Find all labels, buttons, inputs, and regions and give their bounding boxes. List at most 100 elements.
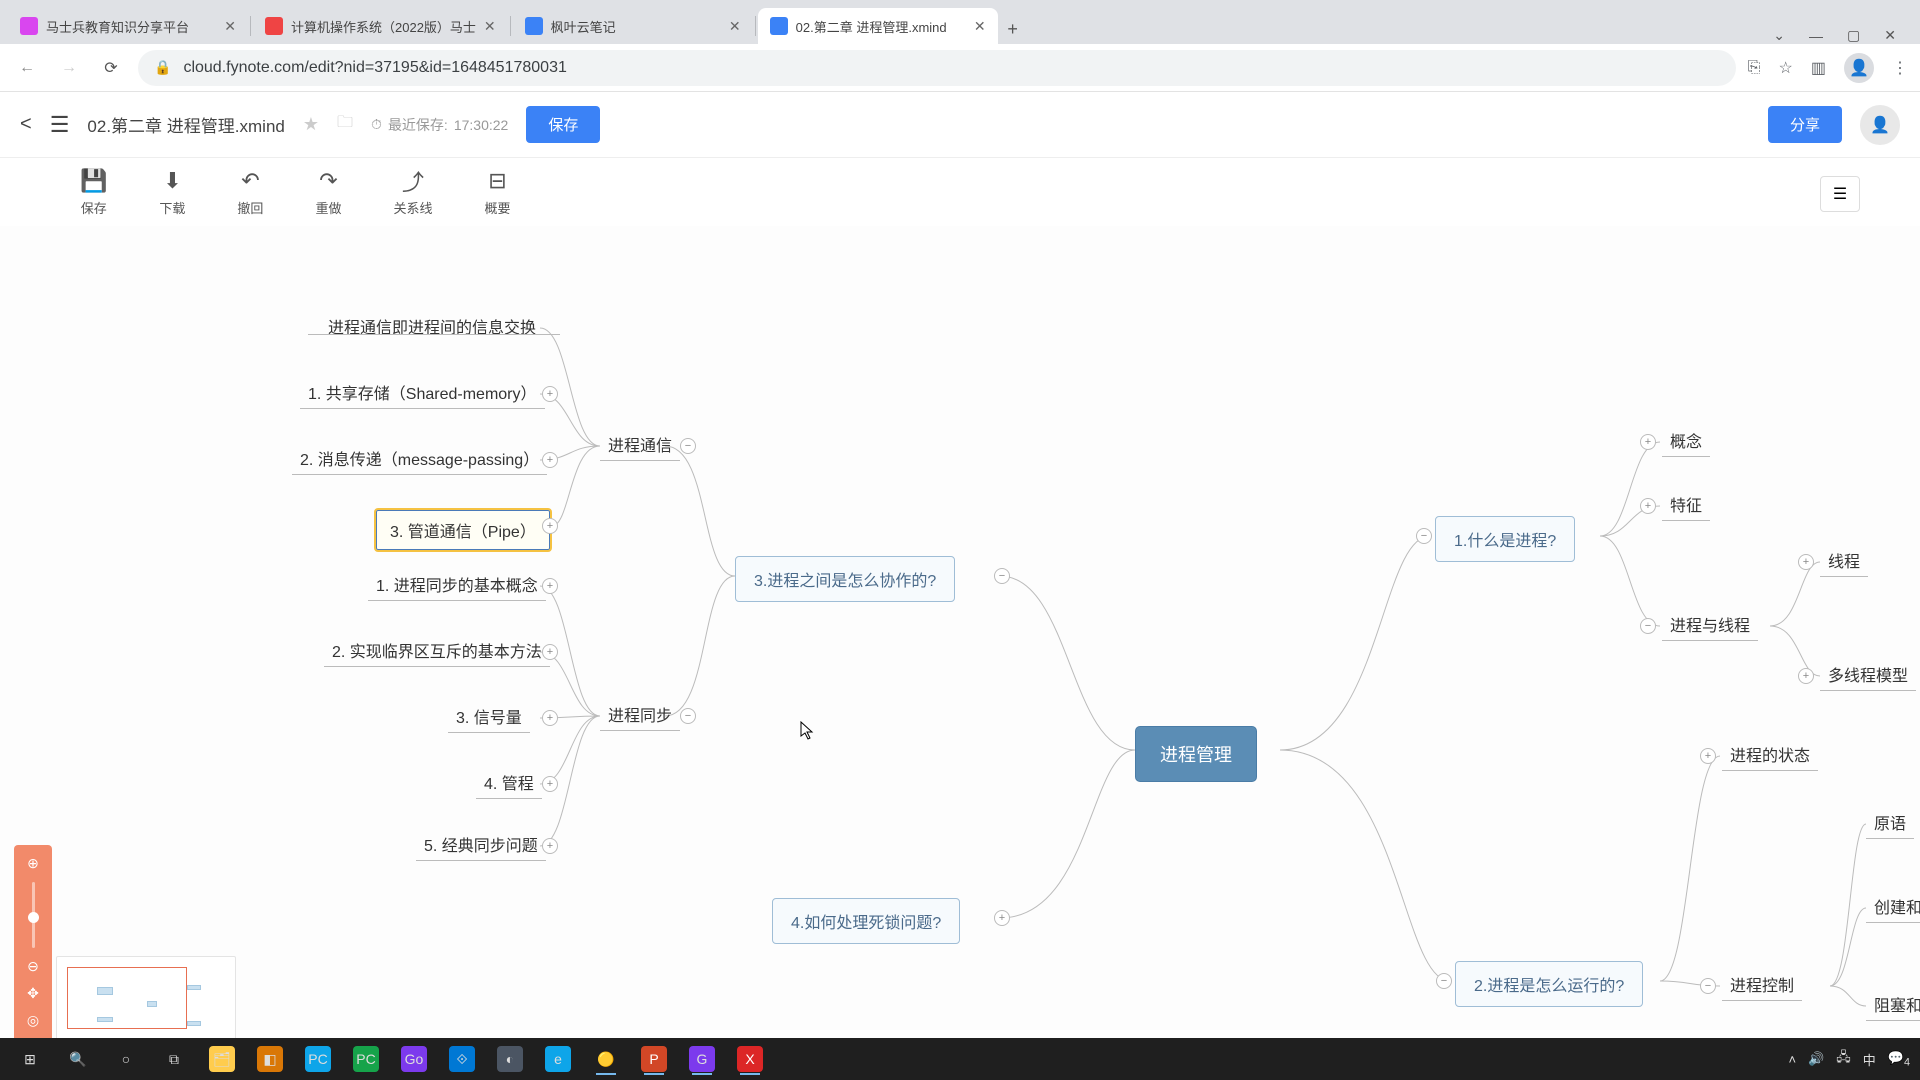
expand-icon[interactable]: + — [542, 644, 558, 660]
browser-tab[interactable]: 枫叶云笔记 ✕ — [513, 8, 753, 44]
expand-icon[interactable]: + — [1640, 498, 1656, 514]
collapse-icon[interactable]: − — [680, 708, 696, 724]
expand-icon[interactable]: + — [542, 710, 558, 726]
search-icon[interactable]: 🔍 — [58, 1042, 98, 1076]
kebab-menu-icon[interactable]: ⋮ — [1892, 58, 1908, 78]
collapse-icon[interactable]: − — [1640, 618, 1656, 634]
mindmap-node[interactable]: 线程 — [1820, 544, 1868, 577]
bookmark-star-icon[interactable]: ☆ — [1779, 58, 1793, 78]
zoom-in-icon[interactable]: ⊕ — [27, 855, 39, 872]
expand-icon[interactable]: + — [1700, 748, 1716, 764]
eclipse-icon[interactable]: ◐ — [490, 1042, 530, 1076]
mindmap-node[interactable]: 1. 共享存储（Shared-memory） — [300, 376, 545, 409]
locate-icon[interactable]: ◎ — [27, 1012, 39, 1029]
goland-icon[interactable]: Go — [394, 1042, 434, 1076]
mindmap-node[interactable]: 进程控制 — [1722, 968, 1802, 1001]
mindmap-node[interactable]: 原语 — [1866, 806, 1914, 839]
zoom-out-icon[interactable]: ⊖ — [27, 958, 39, 975]
tool-summary[interactable]: ⊟概要 — [484, 168, 510, 217]
mindmap-node[interactable]: 进程与线程 — [1662, 608, 1758, 641]
expand-icon[interactable]: + — [542, 776, 558, 792]
minimap-viewport[interactable] — [67, 967, 187, 1029]
mindmap-node[interactable]: 特征 — [1662, 488, 1710, 521]
mindmap-node-q3[interactable]: 3.进程之间是怎么协作的? — [735, 556, 955, 602]
tray-expand-icon[interactable]: ˄ — [1788, 1052, 1796, 1067]
tray-network-icon[interactable]: 🖧 — [1836, 1048, 1851, 1070]
expand-icon[interactable]: + — [542, 518, 558, 534]
profile-avatar-icon[interactable]: 👤 — [1844, 53, 1874, 83]
mindmap-node[interactable]: 4. 管程 — [476, 766, 542, 799]
mindmap-node[interactable]: 1. 进程同步的基本概念 — [368, 568, 546, 601]
start-button[interactable]: ⊞ — [10, 1042, 50, 1076]
side-panel-icon[interactable]: ▥ — [1811, 58, 1826, 78]
tab-close-icon[interactable]: ✕ — [974, 18, 986, 35]
folder-icon[interactable]: 🗀 — [337, 111, 353, 138]
mindmap-node[interactable]: 3. 信号量 — [448, 700, 530, 733]
expand-icon[interactable]: + — [994, 910, 1010, 926]
app-icon[interactable]: ◧ — [250, 1042, 290, 1076]
mindmap-node[interactable]: 概念 — [1662, 424, 1710, 457]
mindmap-node[interactable]: 2. 实现临界区互斥的基本方法 — [324, 634, 550, 667]
mindmap-canvas[interactable]: 进程管理 1.什么是进程? − 概念 + 特征 + 进程与线程 − 线程 + 多… — [0, 226, 1920, 1080]
tray-ime-icon[interactable]: 中 — [1863, 1050, 1876, 1069]
expand-icon[interactable]: + — [1798, 668, 1814, 684]
mindmap-node[interactable]: 进程同步 — [600, 698, 680, 731]
cortana-icon[interactable]: ○ — [106, 1042, 146, 1076]
collapse-icon[interactable]: − — [1700, 978, 1716, 994]
nav-back-icon[interactable]: ← — [12, 53, 42, 83]
tab-close-icon[interactable]: ✕ — [484, 18, 496, 35]
tool-download[interactable]: ⬇下载 — [159, 168, 185, 217]
mindmap-node[interactable]: 进程通信 — [600, 428, 680, 461]
edge-icon[interactable]: e — [538, 1042, 578, 1076]
mindmap-node[interactable]: 进程通信即进程间的信息交换 — [320, 310, 544, 342]
xmind-icon[interactable]: X — [730, 1042, 770, 1076]
mindmap-root-node[interactable]: 进程管理 — [1135, 726, 1257, 782]
share-page-icon[interactable]: ⎘ — [1748, 59, 1761, 77]
expand-icon[interactable]: + — [542, 386, 558, 402]
mindmap-node[interactable]: 阻塞和 — [1866, 988, 1920, 1021]
url-input[interactable]: 🔒 cloud.fynote.com/edit?nid=37195&id=164… — [138, 50, 1736, 86]
tray-volume-icon[interactable]: 🔊 — [1808, 1051, 1824, 1067]
mindmap-node[interactable]: 5. 经典同步问题 — [416, 828, 546, 861]
save-button[interactable]: 保存 — [526, 106, 600, 143]
mindmap-node[interactable]: 2. 消息传递（message-passing） — [292, 442, 547, 475]
pycharm-icon[interactable]: PC — [298, 1042, 338, 1076]
mindmap-node-q2[interactable]: 2.进程是怎么运行的? — [1455, 961, 1643, 1007]
zoom-slider[interactable] — [32, 882, 35, 948]
app-back-icon[interactable]: < — [20, 113, 32, 136]
collapse-icon[interactable]: − — [1416, 528, 1432, 544]
toggle-sidepanel-icon[interactable]: ☰ — [1820, 176, 1860, 212]
nav-reload-icon[interactable]: ⟳ — [96, 53, 126, 83]
app-icon[interactable]: G — [682, 1042, 722, 1076]
mindmap-node-q4[interactable]: 4.如何处理死锁问题? — [772, 898, 960, 944]
tray-notification-icon[interactable]: 💬4 — [1888, 1050, 1910, 1069]
browser-tab[interactable]: 计算机操作系统（2022版）马士 ✕ — [253, 8, 508, 44]
task-view-icon[interactable]: ⧉ — [154, 1042, 194, 1076]
window-dropdown-icon[interactable]: ⌄ — [1773, 27, 1785, 44]
vscode-icon[interactable]: ⟐ — [442, 1042, 482, 1076]
mindmap-node[interactable]: 创建和 — [1866, 890, 1920, 923]
share-button[interactable]: 分享 — [1768, 106, 1842, 143]
new-tab-button[interactable]: + — [998, 14, 1028, 44]
pycharm2-icon[interactable]: PC — [346, 1042, 386, 1076]
collapse-icon[interactable]: − — [994, 568, 1010, 584]
mindmap-node[interactable]: 多线程模型 — [1820, 658, 1916, 691]
hamburger-menu-icon[interactable]: ☰ — [50, 112, 70, 138]
tool-redo[interactable]: ↷重做 — [315, 168, 341, 217]
collapse-icon[interactable]: − — [680, 438, 696, 454]
window-maximize-icon[interactable]: ▢ — [1847, 27, 1860, 44]
window-close-icon[interactable]: ✕ — [1884, 27, 1896, 44]
mindmap-node[interactable]: 进程的状态 — [1722, 738, 1818, 771]
window-minimize-icon[interactable]: — — [1809, 28, 1823, 44]
mindmap-node-selected[interactable]: 3. 管道通信（Pipe） — [374, 508, 552, 552]
tool-undo[interactable]: ↶撤回 — [237, 168, 263, 217]
favorite-star-icon[interactable]: ★ — [303, 114, 319, 135]
mindmap-node-q1[interactable]: 1.什么是进程? — [1435, 516, 1575, 562]
powerpoint-icon[interactable]: P — [634, 1042, 674, 1076]
expand-icon[interactable]: + — [1640, 434, 1656, 450]
expand-icon[interactable]: + — [1798, 554, 1814, 570]
chrome-icon[interactable]: 🟡 — [586, 1042, 626, 1076]
file-explorer-icon[interactable]: 🗂 — [202, 1042, 242, 1076]
browser-tab-active[interactable]: 02.第二章 进程管理.xmind ✕ — [758, 8, 998, 44]
expand-icon[interactable]: + — [542, 578, 558, 594]
